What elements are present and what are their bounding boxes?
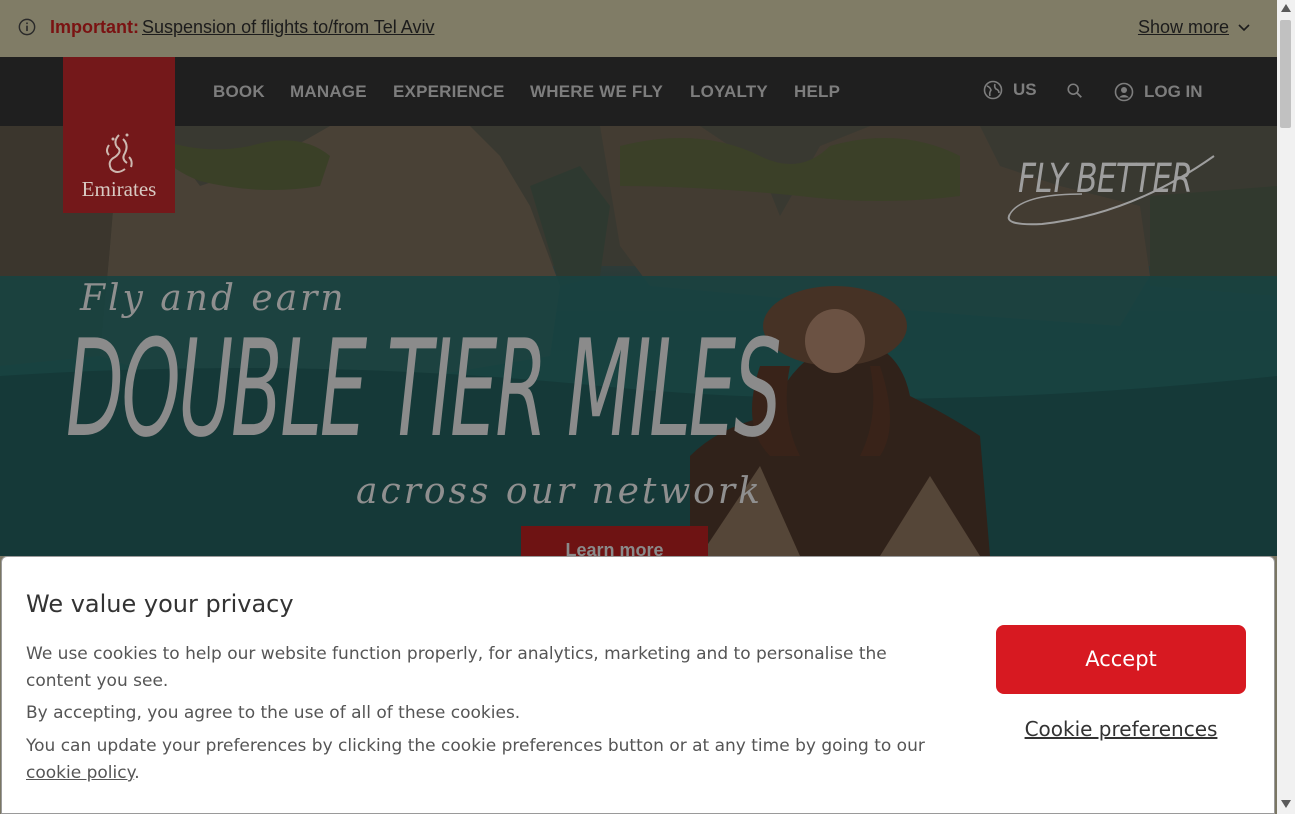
emirates-calligraphy-logo — [106, 133, 133, 173]
hero-banner: FLY BETTER Fly and earn DOUBLE TIER MILE… — [0, 126, 1277, 556]
fly-better-tagline: FLY BETTER — [1018, 156, 1193, 202]
page: Important: Suspension of flights to/from… — [0, 0, 1277, 814]
nav-item-experience[interactable]: EXPERIENCE — [393, 82, 505, 102]
cookie-preferences-end: . — [134, 763, 140, 783]
login-label: LOG IN — [1144, 82, 1203, 101]
nav-item-loyalty[interactable]: LOYALTY — [690, 82, 768, 102]
scroll-up-arrow-icon[interactable] — [1281, 4, 1291, 12]
logo-wordmark: Emirates — [81, 177, 157, 201]
main-navigation: BOOK MANAGE EXPERIENCE WHERE WE FLY LOYA… — [0, 57, 1277, 126]
hero-title: DOUBLE TIER MILES — [66, 311, 782, 467]
cookie-preferences-text: You can update your preferences by click… — [26, 736, 925, 756]
cookie-title: We value your privacy — [26, 590, 294, 618]
globe-icon — [983, 80, 1003, 100]
nav-item-help[interactable]: HELP — [794, 82, 840, 102]
nav-item-where-we-fly[interactable]: WHERE WE FLY — [530, 82, 663, 102]
show-more-label: Show more — [1137, 17, 1229, 37]
accept-button[interactable]: Accept — [996, 625, 1246, 694]
cookie-preferences-notice: You can update your preferences by click… — [26, 733, 956, 787]
chevron-down-icon — [1238, 23, 1250, 31]
login-button[interactable]: LOG IN — [1114, 82, 1203, 102]
learn-more-button[interactable]: Learn more — [521, 526, 708, 556]
search-button[interactable] — [1066, 82, 1084, 100]
cookie-preferences-button[interactable]: Cookie preferences — [996, 717, 1246, 741]
alert-prefix: Important: — [50, 17, 139, 37]
vertical-scrollbar[interactable] — [1277, 0, 1295, 814]
nav-item-book[interactable]: BOOK — [213, 82, 265, 102]
cookie-consent-banner: We value your privacy We use cookies to … — [1, 556, 1275, 814]
user-icon — [1114, 82, 1134, 102]
cookie-policy-link[interactable]: cookie policy — [26, 763, 134, 783]
alert-banner: Important: Suspension of flights to/from… — [0, 0, 1277, 57]
nav-item-manage[interactable]: MANAGE — [290, 82, 367, 102]
hero-tagline: across our network — [356, 471, 763, 512]
show-more-button[interactable]: Show more — [1138, 17, 1251, 38]
info-circle-icon — [18, 18, 36, 36]
search-icon — [1067, 83, 1082, 98]
cookie-consent-notice: By accepting, you agree to the use of al… — [26, 703, 521, 723]
region-label: US — [1013, 80, 1037, 99]
cookie-description: We use cookies to help our website funct… — [26, 644, 887, 691]
scrollbar-thumb[interactable] — [1280, 20, 1291, 128]
alert-message-link[interactable]: Suspension of flights to/from Tel Aviv — [142, 17, 435, 38]
region-selector[interactable]: US — [983, 80, 1037, 100]
scroll-down-arrow-icon[interactable] — [1281, 800, 1291, 808]
emirates-logo[interactable]: Emirates — [63, 57, 175, 213]
